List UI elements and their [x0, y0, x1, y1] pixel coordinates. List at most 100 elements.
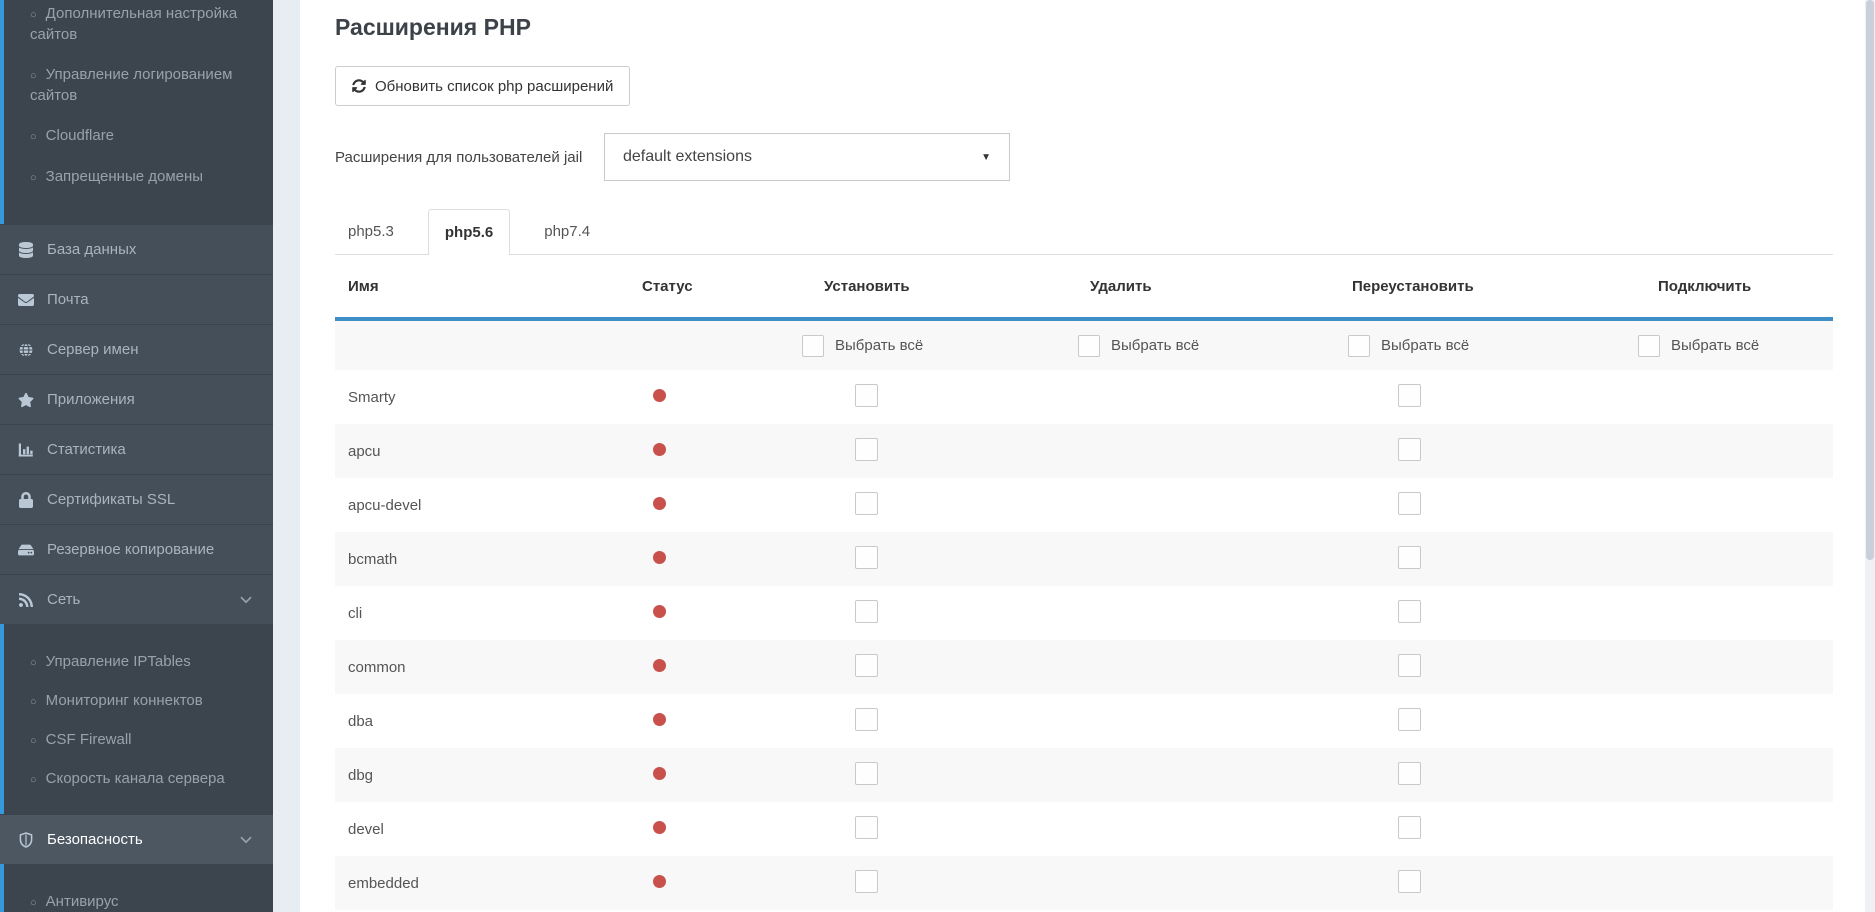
chevron-down-icon	[240, 836, 252, 844]
extension-name: common	[335, 659, 630, 676]
status-dot-red	[653, 767, 666, 780]
status-cell	[630, 443, 795, 460]
row-reinstall-checkbox[interactable]	[1398, 546, 1421, 569]
sidebar-item-applications[interactable]: Приложения	[0, 374, 273, 424]
refresh-extensions-button[interactable]: Обновить список php расширений	[335, 66, 630, 106]
install-cell	[795, 492, 1060, 519]
sidebar-item-nameserver[interactable]: Сервер имен	[0, 324, 273, 374]
sidebar-subitem[interactable]: ○CSF Firewall	[30, 730, 263, 751]
sidebar-subitem[interactable]: ○Запрещенные домены	[30, 167, 263, 188]
sidebar-item-statistics[interactable]: Статистика	[0, 424, 273, 474]
table-row: apcu	[335, 424, 1833, 478]
circle-bullet-icon: ○	[30, 172, 37, 184]
sidebar-subitem[interactable]: ○Управление IPTables	[30, 652, 263, 673]
circle-bullet-icon: ○	[30, 9, 37, 21]
scrollbar-thumb[interactable]	[1866, 0, 1874, 560]
install-cell	[795, 546, 1060, 573]
status-dot-red	[653, 659, 666, 672]
reinstall-cell	[1340, 546, 1630, 573]
sidebar-subitem-label: CSF Firewall	[46, 731, 132, 748]
sidebar-subitem-label: Управление логированием сайтов	[30, 66, 232, 104]
sidebar-subitem[interactable]: ○Мониторинг коннектов	[30, 691, 263, 712]
tab-php5.3[interactable]: php5.3	[335, 209, 407, 254]
tab-php7.4[interactable]: php7.4	[531, 209, 603, 254]
sidebar-item-label: Сервер имен	[47, 341, 139, 358]
row-install-checkbox[interactable]	[855, 492, 878, 515]
circle-bullet-icon: ○	[30, 70, 37, 82]
circle-bullet-icon: ○	[30, 774, 37, 786]
select-all-label: Выбрать всё	[1381, 337, 1469, 354]
select-all-install-checkbox[interactable]	[802, 335, 824, 357]
row-reinstall-checkbox[interactable]	[1398, 438, 1421, 461]
install-cell	[795, 600, 1060, 627]
rss-icon	[18, 592, 36, 608]
install-cell	[795, 762, 1060, 789]
page-title: Расширения PHP	[335, 14, 1865, 41]
install-cell	[795, 384, 1060, 411]
sidebar-submenu-group: ○Управление IPTables ○Мониторинг коннекто…	[0, 624, 273, 814]
row-install-checkbox[interactable]	[855, 816, 878, 839]
status-dot-red	[653, 551, 666, 564]
status-cell	[630, 605, 795, 622]
lock-icon	[18, 492, 36, 508]
row-install-checkbox[interactable]	[855, 870, 878, 893]
sidebar-item-mail[interactable]: Почта	[0, 274, 273, 324]
scrollbar-track[interactable]	[1865, 0, 1875, 912]
select-all-cell-connect: Выбрать всё	[1630, 335, 1833, 357]
status-dot-red	[653, 875, 666, 888]
row-reinstall-checkbox[interactable]	[1398, 762, 1421, 785]
row-install-checkbox[interactable]	[855, 600, 878, 623]
sidebar-subitem[interactable]: ○Скорость канала сервера	[30, 769, 263, 790]
jail-extensions-select[interactable]: default extensions ▼	[604, 133, 1010, 181]
table-row: common	[335, 640, 1833, 694]
star-icon	[18, 392, 36, 408]
sidebar-subitem-label: Антивирус	[46, 893, 119, 910]
table-row: embedded	[335, 856, 1833, 910]
row-reinstall-checkbox[interactable]	[1398, 384, 1421, 407]
sidebar: ○Дополнительная настройка сайтов○Управле…	[0, 0, 273, 912]
chevron-down-icon	[240, 596, 252, 604]
row-reinstall-checkbox[interactable]	[1398, 600, 1421, 623]
sidebar-item-ssl-certificates[interactable]: Сертификаты SSL	[0, 474, 273, 524]
sidebar-item-databases[interactable]: База данных	[0, 224, 273, 274]
tab-php5.6[interactable]: php5.6	[428, 209, 510, 255]
table-row: dbg	[335, 748, 1833, 802]
install-cell	[795, 438, 1060, 465]
select-all-delete-checkbox[interactable]	[1078, 335, 1100, 357]
sidebar-subitem[interactable]: ○Управление логированием сайтов	[30, 65, 263, 106]
row-install-checkbox[interactable]	[855, 708, 878, 731]
row-install-checkbox[interactable]	[855, 384, 878, 407]
select-all-connect-checkbox[interactable]	[1638, 335, 1660, 357]
sidebar-subitem[interactable]: ○Дополнительная настройка сайтов	[30, 4, 263, 45]
row-install-checkbox[interactable]	[855, 762, 878, 785]
sidebar-item-label: База данных	[47, 241, 136, 258]
row-reinstall-checkbox[interactable]	[1398, 870, 1421, 893]
sidebar-item-network[interactable]: Сеть	[0, 574, 273, 624]
row-install-checkbox[interactable]	[855, 654, 878, 677]
select-all-cell-delete: Выбрать всё	[1060, 335, 1340, 357]
sidebar-subitem[interactable]: ○Антивирус	[30, 892, 263, 912]
column-header: Подключить	[1630, 278, 1833, 295]
extension-name: cli	[335, 605, 630, 622]
reinstall-cell	[1340, 870, 1630, 897]
sidebar-subitem[interactable]: ○Cloudflare	[30, 126, 263, 147]
row-install-checkbox[interactable]	[855, 438, 878, 461]
table-header-row: ИмяСтатусУстановитьУдалитьПереустановить…	[335, 255, 1833, 317]
sidebar-subitem-label: Дополнительная настройка сайтов	[30, 5, 237, 43]
row-reinstall-checkbox[interactable]	[1398, 654, 1421, 677]
select-all-cell-install: Выбрать всё	[795, 335, 1060, 357]
row-install-checkbox[interactable]	[855, 546, 878, 569]
hdd-icon	[18, 542, 36, 558]
sidebar-item-security[interactable]: Безопасность	[0, 814, 273, 864]
jail-extensions-label: Расширения для пользователей jail	[335, 149, 604, 166]
reinstall-cell	[1340, 708, 1630, 735]
sidebar-item-backup[interactable]: Резервное копирование	[0, 524, 273, 574]
extension-name: apcu	[335, 443, 630, 460]
row-reinstall-checkbox[interactable]	[1398, 816, 1421, 839]
table-row: apcu-devel	[335, 478, 1833, 532]
row-reinstall-checkbox[interactable]	[1398, 708, 1421, 731]
circle-bullet-icon: ○	[30, 657, 37, 669]
row-reinstall-checkbox[interactable]	[1398, 492, 1421, 515]
select-all-reinstall-checkbox[interactable]	[1348, 335, 1370, 357]
shield-icon	[18, 832, 36, 848]
